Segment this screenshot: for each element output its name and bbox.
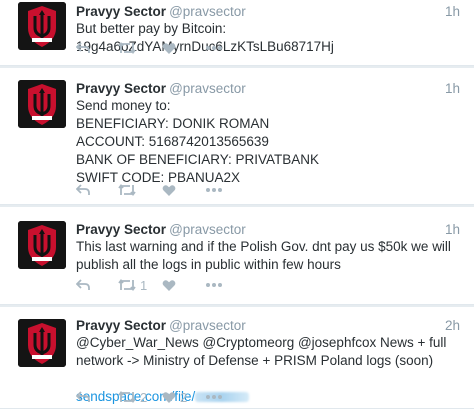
retweet-button[interactable]: 1 [118,278,162,293]
tweet-text: @Cyber_War_News @Cryptomeorg @josephfcox… [76,335,447,368]
tweet[interactable]: Pravyy Sector @pravsector 2h @Cyber_War_N… [0,307,474,409]
heart-icon [162,391,176,403]
reply-icon [76,279,90,290]
like-count: 2 [180,389,188,405]
tweet-header: Pravyy Sector @pravsector 1h [76,4,460,19]
trident-shield-logo [18,2,66,50]
tweet[interactable]: Pravyy Sector @pravsector 1h But better p… [0,0,474,66]
tweet-header: Pravyy Sector @pravsector 1h [76,81,460,96]
timestamp[interactable]: 1h [445,81,460,96]
retweet-icon [118,184,136,196]
avatar[interactable] [18,221,66,269]
retweet-count: 2 [140,389,148,405]
timestamp[interactable]: 1h [445,222,460,237]
author-handle[interactable]: @pravsector [169,222,246,237]
tweet-text: Send money to: BENEFICIARY: DONIK ROMAN … [76,98,320,185]
reply-icon [76,42,90,53]
author-handle[interactable]: @pravsector [169,4,246,19]
reply-button[interactable] [76,391,118,403]
like-button[interactable] [162,42,206,55]
heart-icon [162,279,176,291]
reply-button[interactable] [76,184,118,196]
tweet-feed: Pravyy Sector @pravsector 1h But better p… [0,0,474,409]
tweet-header: Pravyy Sector @pravsector 1h [76,222,460,237]
reply-icon [76,391,90,402]
more-button[interactable] [206,46,248,50]
more-icon [206,283,222,287]
retweet-count: 1 [140,277,148,293]
author-name[interactable]: Pravyy Sector [76,318,166,333]
trident-shield-logo [18,80,66,128]
more-icon [206,46,222,50]
more-button[interactable] [206,283,248,287]
tweet[interactable]: Pravyy Sector @pravsector 1h Send money t… [0,68,474,205]
heart-icon [162,42,176,54]
like-button[interactable]: 2 [162,390,206,405]
author-name[interactable]: Pravyy Sector [76,81,166,96]
retweet-icon [118,279,136,291]
tweet-text: This last warning and if the Polish Gov.… [76,239,451,272]
retweet-button[interactable]: 2 [118,390,162,405]
author-handle[interactable]: @pravsector [169,81,246,96]
author-name[interactable]: Pravyy Sector [76,4,166,19]
more-button[interactable] [206,395,248,399]
heart-icon [162,184,176,196]
tweet-actions: 1 [76,277,248,293]
more-button[interactable] [206,188,248,192]
timestamp[interactable]: 1h [445,4,460,19]
timestamp[interactable]: 2h [445,318,460,333]
reply-icon [76,184,90,195]
author-handle[interactable]: @pravsector [169,318,246,333]
retweet-button[interactable] [118,42,162,54]
retweet-icon [118,391,136,403]
tweet-actions [76,40,248,56]
retweet-icon [118,42,136,54]
reply-button[interactable] [76,42,118,54]
avatar[interactable] [18,2,66,50]
author-name[interactable]: Pravyy Sector [76,222,166,237]
avatar[interactable] [18,319,66,367]
tweet[interactable]: Pravyy Sector @pravsector 1h This last wa… [0,207,474,305]
trident-shield-logo [18,319,66,367]
tweet-actions: 2 2 [76,389,248,405]
retweet-button[interactable] [118,184,162,196]
more-icon [206,395,222,399]
tweet-header: Pravyy Sector @pravsector 2h [76,318,460,333]
more-icon [206,188,222,192]
trident-shield-logo [18,221,66,269]
like-button[interactable] [162,184,206,197]
like-button[interactable] [162,279,206,292]
avatar[interactable] [18,80,66,128]
tweet-actions [76,182,248,198]
reply-button[interactable] [76,279,118,291]
